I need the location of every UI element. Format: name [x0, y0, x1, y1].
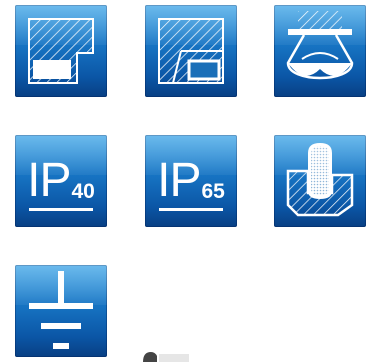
- partial-icon-fragment: [143, 352, 189, 362]
- surface-mount-corner-glyph: [28, 18, 94, 84]
- ip40-underline: [29, 208, 93, 211]
- ip40-rating: 40: [71, 180, 95, 203]
- ip40-rating-icon: IP40: [15, 135, 107, 227]
- surface-mount-corner-icon: [15, 5, 107, 97]
- ceiling-light-beam-icon: [274, 5, 366, 97]
- ip65-prefix: IP: [157, 154, 201, 207]
- surface-mount-edge-glyph: [158, 18, 224, 84]
- ip40-prefix: IP: [27, 154, 71, 207]
- earth-ground-class-icon: [15, 265, 107, 357]
- recessed-mount-hand-icon: [274, 135, 366, 227]
- ip65-rating: 65: [201, 180, 225, 203]
- ip65-rating-icon: IP65: [145, 135, 237, 227]
- ip65-underline: [159, 208, 223, 211]
- recessed-mount-hand-glyph: [286, 143, 354, 217]
- ip65-label: IP65: [145, 157, 237, 205]
- ceiling-light-beam-glyph: [286, 11, 354, 80]
- ip40-label: IP40: [15, 157, 107, 205]
- surface-mount-edge-icon: [145, 5, 237, 97]
- earth-ground-class-glyph: [29, 271, 93, 349]
